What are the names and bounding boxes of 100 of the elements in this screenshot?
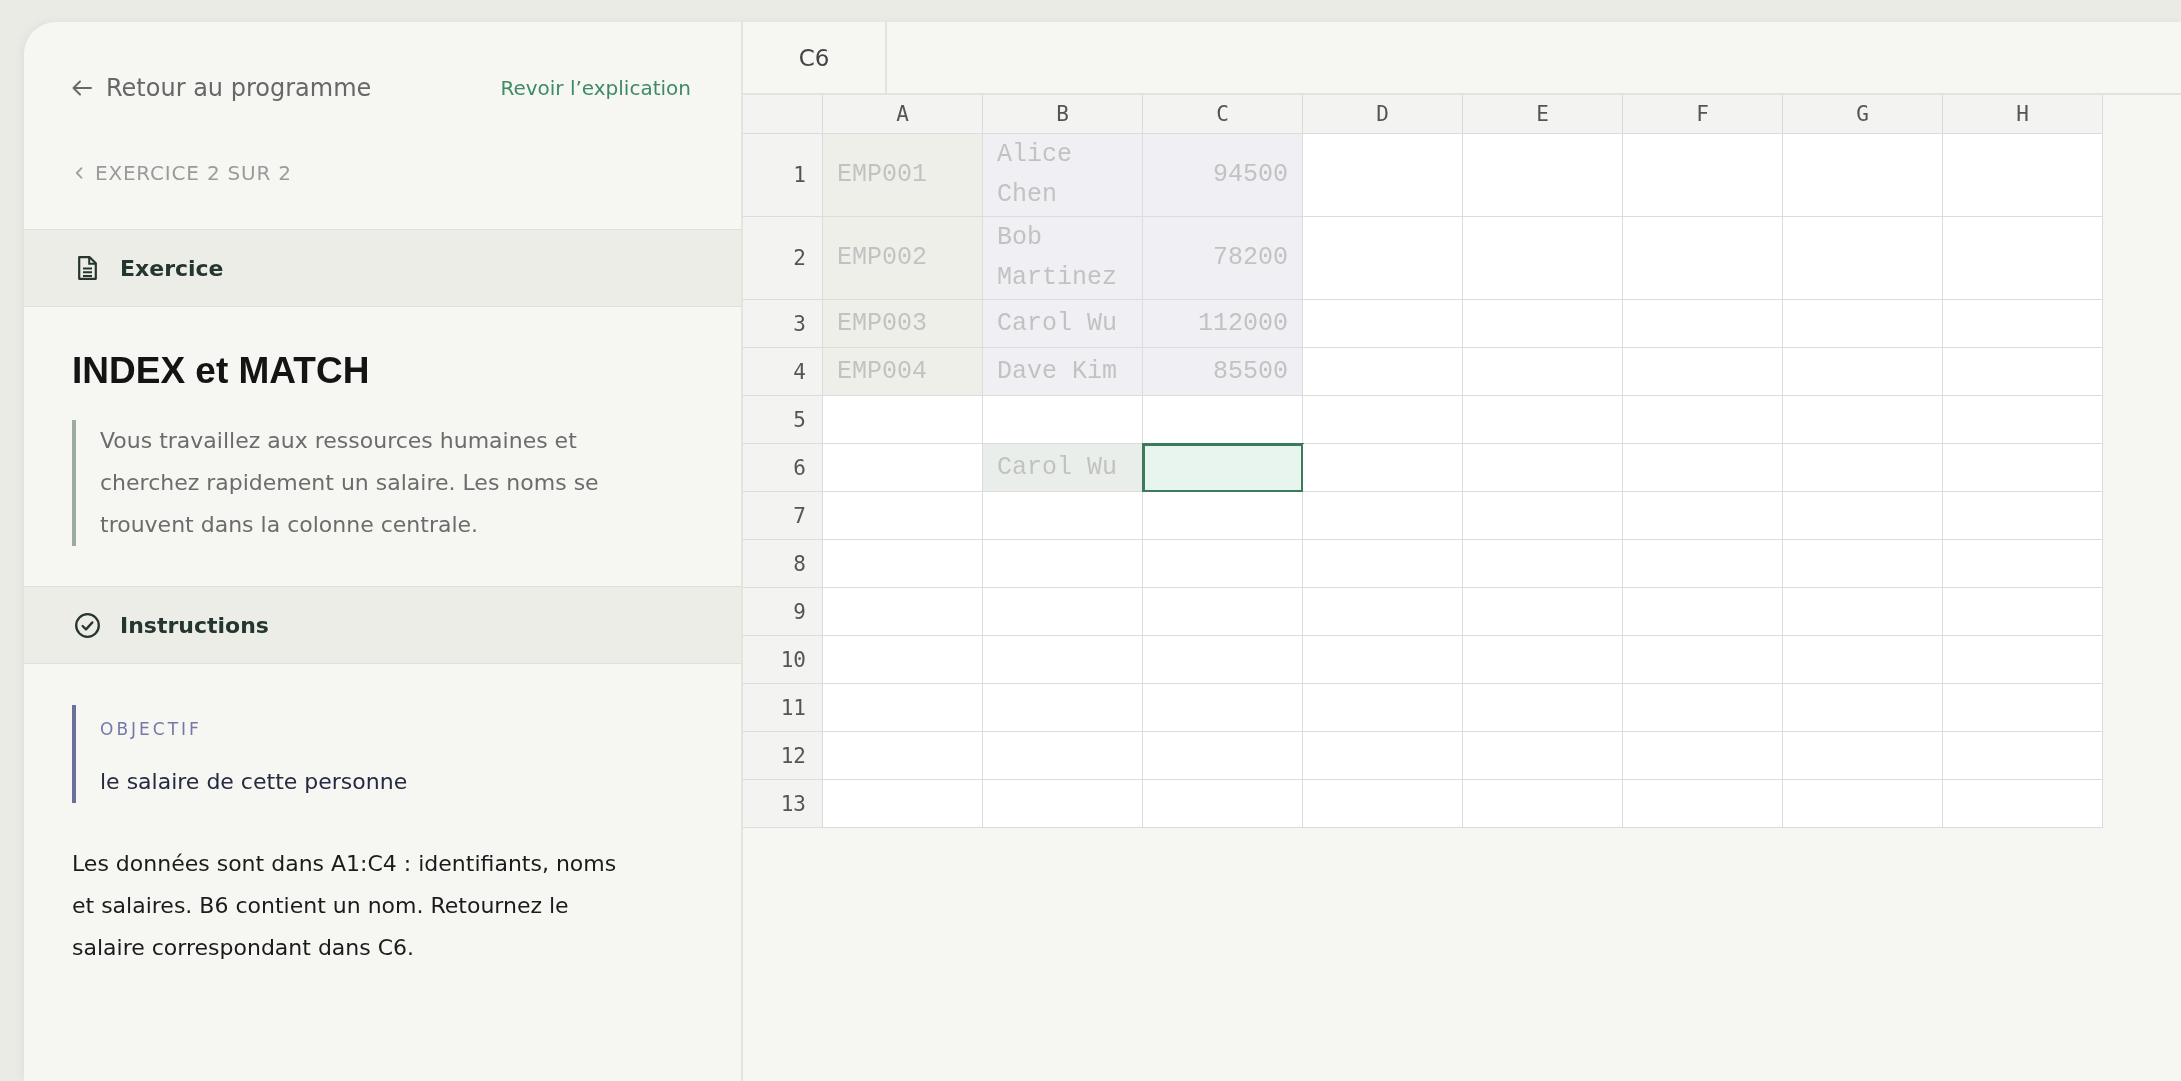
back-link[interactable]: Retour au programme	[72, 70, 372, 106]
row-header: 9	[743, 588, 823, 636]
spreadsheet-cell[interactable]	[1943, 217, 2103, 300]
spreadsheet-cell[interactable]	[823, 396, 983, 444]
spreadsheet-cell[interactable]	[1303, 134, 1463, 217]
spreadsheet-cell[interactable]	[1623, 134, 1783, 217]
spreadsheet-cell[interactable]	[1463, 300, 1623, 348]
spreadsheet-cell[interactable]	[1943, 540, 2103, 588]
spreadsheet-cell[interactable]	[1463, 444, 1623, 492]
spreadsheet-cell[interactable]	[1943, 134, 2103, 217]
spreadsheet-cell[interactable]	[1143, 684, 1303, 732]
spreadsheet-cell[interactable]	[1623, 540, 1783, 588]
spreadsheet-cell[interactable]	[1303, 588, 1463, 636]
spreadsheet-cell[interactable]	[983, 684, 1143, 732]
spreadsheet-cell[interactable]	[1463, 636, 1623, 684]
spreadsheet-cell[interactable]	[1303, 636, 1463, 684]
spreadsheet-cell[interactable]	[1143, 492, 1303, 540]
explanation-link[interactable]: Revoir l’explication	[500, 73, 691, 103]
spreadsheet-cell[interactable]	[983, 492, 1143, 540]
spreadsheet-cell[interactable]	[1623, 217, 1783, 300]
spreadsheet-cell[interactable]	[1783, 134, 1943, 217]
spreadsheet-cell[interactable]	[823, 636, 983, 684]
spreadsheet-cell[interactable]	[1783, 444, 1943, 492]
spreadsheet-cell[interactable]	[983, 540, 1143, 588]
spreadsheet-cell[interactable]	[1943, 348, 2103, 396]
spreadsheet-cell[interactable]	[1943, 780, 2103, 828]
spreadsheet-cell[interactable]	[1783, 492, 1943, 540]
spreadsheet-cell[interactable]	[823, 540, 983, 588]
spreadsheet-cell[interactable]	[1463, 732, 1623, 780]
spreadsheet-cell[interactable]	[1463, 134, 1623, 217]
spreadsheet-cell[interactable]	[1623, 636, 1783, 684]
spreadsheet-cell[interactable]	[1943, 492, 2103, 540]
spreadsheet-cell[interactable]	[1463, 588, 1623, 636]
spreadsheet-cell[interactable]	[1143, 636, 1303, 684]
spreadsheet-cell[interactable]	[1783, 780, 1943, 828]
spreadsheet-cell[interactable]	[1783, 684, 1943, 732]
spreadsheet-cell[interactable]	[1623, 300, 1783, 348]
spreadsheet-cell[interactable]	[983, 588, 1143, 636]
spreadsheet-cell[interactable]	[1463, 540, 1623, 588]
spreadsheet-cell[interactable]	[1943, 396, 2103, 444]
spreadsheet-cell[interactable]	[1783, 217, 1943, 300]
spreadsheet-cell[interactable]	[823, 780, 983, 828]
spreadsheet-cell[interactable]	[1463, 780, 1623, 828]
spreadsheet-cell[interactable]	[823, 732, 983, 780]
spreadsheet-cell[interactable]	[823, 684, 983, 732]
spreadsheet-cell[interactable]	[1623, 444, 1783, 492]
spreadsheet-cell[interactable]	[823, 588, 983, 636]
spreadsheet-cell[interactable]	[1143, 780, 1303, 828]
spreadsheet-cell[interactable]	[1783, 588, 1943, 636]
spreadsheet-cell[interactable]	[1463, 684, 1623, 732]
spreadsheet-cell[interactable]	[1783, 300, 1943, 348]
spreadsheet-cell[interactable]	[1303, 684, 1463, 732]
spreadsheet-cell[interactable]	[823, 444, 983, 492]
spreadsheet-cell[interactable]	[1303, 780, 1463, 828]
spreadsheet-cell[interactable]	[1623, 396, 1783, 444]
spreadsheet-cell[interactable]	[823, 492, 983, 540]
row-header: 1	[743, 134, 823, 217]
spreadsheet-cell[interactable]	[1943, 588, 2103, 636]
spreadsheet-cell[interactable]	[1623, 588, 1783, 636]
spreadsheet-cell[interactable]	[1623, 732, 1783, 780]
spreadsheet-cell[interactable]	[1463, 348, 1623, 396]
spreadsheet-cell[interactable]	[983, 396, 1143, 444]
name-box[interactable]: C6	[743, 22, 887, 93]
spreadsheet-cell[interactable]	[1623, 684, 1783, 732]
spreadsheet-cell[interactable]	[1303, 348, 1463, 396]
spreadsheet-cell[interactable]	[1943, 732, 2103, 780]
spreadsheet-cell[interactable]	[1303, 732, 1463, 780]
spreadsheet-cell[interactable]	[1303, 396, 1463, 444]
spreadsheet-cell[interactable]	[1783, 636, 1943, 684]
spreadsheet-cell[interactable]	[1303, 217, 1463, 300]
spreadsheet-cell[interactable]	[983, 732, 1143, 780]
row-header: 4	[743, 348, 823, 396]
spreadsheet-cell[interactable]	[1463, 396, 1623, 444]
spreadsheet-cell[interactable]	[1303, 492, 1463, 540]
spreadsheet-cell[interactable]	[1943, 684, 2103, 732]
spreadsheet-cell[interactable]	[1303, 444, 1463, 492]
spreadsheet-cell[interactable]	[1143, 540, 1303, 588]
spreadsheet-cell[interactable]	[983, 780, 1143, 828]
spreadsheet-cell[interactable]	[1143, 444, 1303, 492]
spreadsheet-cell[interactable]	[1143, 396, 1303, 444]
spreadsheet-cell[interactable]	[1463, 217, 1623, 300]
spreadsheet-cell[interactable]	[1623, 780, 1783, 828]
spreadsheet-cell[interactable]	[1303, 300, 1463, 348]
spreadsheet-cell[interactable]	[1623, 492, 1783, 540]
spreadsheet-cell[interactable]	[1943, 444, 2103, 492]
spreadsheet-cell[interactable]	[1943, 636, 2103, 684]
chevron-left-icon[interactable]	[75, 167, 83, 179]
spreadsheet-cell[interactable]	[1463, 492, 1623, 540]
spreadsheet-cell[interactable]	[1943, 300, 2103, 348]
column-header: F	[1623, 95, 1783, 134]
spreadsheet-cell[interactable]	[1783, 540, 1943, 588]
spreadsheet-cell[interactable]	[1623, 348, 1783, 396]
spreadsheet-cell[interactable]	[1783, 732, 1943, 780]
spreadsheet-cell[interactable]	[1303, 540, 1463, 588]
arrow-left-icon[interactable]	[72, 80, 92, 96]
spreadsheet-cell[interactable]	[1143, 588, 1303, 636]
spreadsheet-cell[interactable]	[1783, 396, 1943, 444]
spreadsheet-cell[interactable]	[1143, 732, 1303, 780]
spreadsheet-cell[interactable]	[1783, 348, 1943, 396]
spreadsheet-cell[interactable]	[983, 636, 1143, 684]
